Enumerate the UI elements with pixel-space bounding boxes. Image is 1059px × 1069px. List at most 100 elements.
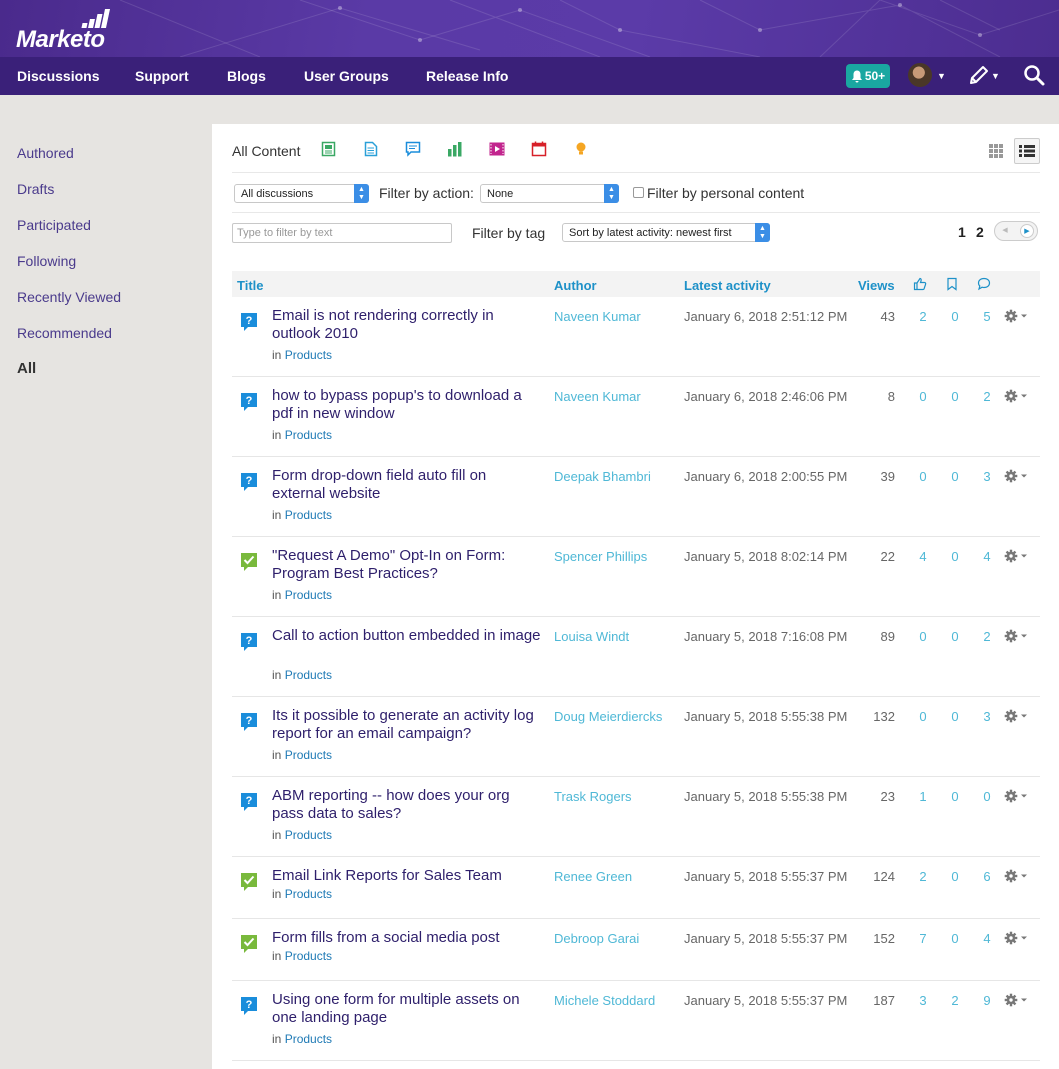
author-link[interactable]: Debroop Garai [554,931,639,946]
likes-count[interactable]: 1 [913,789,933,804]
sidebar-item-following[interactable]: Following [17,253,76,269]
gear-icon[interactable] [1004,549,1030,563]
nav-blogs[interactable]: Blogs [227,68,266,84]
discussion-title-link[interactable]: Email is not rendering correctly in outl… [272,307,542,343]
replies-count[interactable]: 4 [977,931,997,946]
nav-release-info[interactable]: Release Info [426,68,508,84]
author-link[interactable]: Michele Stoddard [554,993,655,1008]
likes-count[interactable]: 2 [913,869,933,884]
bookmarks-count[interactable]: 0 [945,469,965,484]
likes-count[interactable]: 4 [913,549,933,564]
gear-icon[interactable] [1004,789,1030,803]
discussion-title-link[interactable]: Call to action button embedded in image [272,627,542,645]
column-views[interactable]: Views [858,278,895,293]
poll-icon[interactable] [447,141,463,157]
gear-icon[interactable] [1004,629,1030,643]
gear-icon[interactable] [1004,389,1030,403]
replies-count[interactable]: 2 [977,629,997,644]
gear-icon[interactable] [1004,931,1030,945]
place-link[interactable]: in Products [272,508,332,522]
column-title[interactable]: Title [237,278,264,293]
discussion-title-link[interactable]: ABM reporting -- how does your org pass … [272,787,542,823]
place-link[interactable]: in Products [272,949,332,963]
likes-count[interactable]: 0 [913,629,933,644]
gear-icon[interactable] [1004,309,1030,323]
filter-text-input[interactable] [232,223,452,243]
avatar-chevron-down-icon[interactable]: ▼ [937,71,946,81]
gear-icon[interactable] [1004,709,1030,723]
author-link[interactable]: Naveen Kumar [554,389,641,404]
replies-count[interactable]: 5 [977,309,997,324]
nav-support[interactable]: Support [135,68,189,84]
place-link[interactable]: in Products [272,748,332,762]
filter-by-tag-link[interactable]: Filter by tag [472,225,545,241]
notifications-button[interactable]: 50+ [846,64,890,88]
likes-count[interactable]: 3 [913,993,933,1008]
gear-icon[interactable] [1004,993,1030,1007]
nav-discussions[interactable]: Discussions [17,68,99,84]
column-latest-activity[interactable]: Latest activity [684,278,771,293]
likes-count[interactable]: 7 [913,931,933,946]
place-link[interactable]: in Products [272,348,332,362]
file-icon[interactable] [363,141,379,157]
bookmarks-count[interactable]: 0 [945,709,965,724]
sort-select[interactable]: Sort by latest activity: newest first ▲ ▼ [562,223,770,242]
like-icon[interactable] [913,277,927,291]
replies-count[interactable]: 6 [977,869,997,884]
sidebar-item-recommended[interactable]: Recommended [17,325,112,341]
replies-count[interactable]: 4 [977,549,997,564]
discussion-title-link[interactable]: "Request A Demo" Opt-In on Form: Program… [272,547,542,583]
author-link[interactable]: Deepak Bhambri [554,469,651,484]
list-view-button[interactable] [1014,138,1040,164]
bookmarks-count[interactable]: 0 [945,869,965,884]
place-link[interactable]: in Products [272,828,332,842]
author-link[interactable]: Trask Rogers [554,789,632,804]
discussion-title-link[interactable]: Its it possible to generate an activity … [272,707,542,743]
page-2[interactable]: 2 [976,224,984,240]
personal-content-checkbox[interactable] [633,187,644,198]
filter-personal-label[interactable]: Filter by personal content [647,185,804,201]
event-icon[interactable] [531,141,547,157]
replies-count[interactable]: 0 [977,789,997,804]
replies-count[interactable]: 2 [977,389,997,404]
author-link[interactable]: Louisa Windt [554,629,629,644]
bookmarks-count[interactable]: 0 [945,389,965,404]
replies-count[interactable]: 9 [977,993,997,1008]
document-icon[interactable] [321,141,337,157]
video-icon[interactable] [489,141,505,157]
likes-count[interactable]: 0 [913,469,933,484]
replies-count[interactable]: 3 [977,709,997,724]
likes-count[interactable]: 0 [913,709,933,724]
author-link[interactable]: Renee Green [554,869,632,884]
likes-count[interactable]: 2 [913,309,933,324]
discussion-icon[interactable] [405,141,421,157]
place-link[interactable]: in Products [272,668,332,682]
bookmarks-count[interactable]: 0 [945,931,965,946]
sidebar-item-drafts[interactable]: Drafts [17,181,54,197]
all-content-label[interactable]: All Content [232,143,300,159]
place-link[interactable]: in Products [272,588,332,602]
replies-count[interactable]: 3 [977,469,997,484]
place-link[interactable]: in Products [272,1032,332,1046]
discussion-title-link[interactable]: Form drop-down field auto fill on extern… [272,467,542,503]
bookmarks-count[interactable]: 0 [945,309,965,324]
bookmarks-count[interactable]: 0 [945,629,965,644]
author-link[interactable]: Naveen Kumar [554,309,641,324]
sidebar-item-recently-viewed[interactable]: Recently Viewed [17,289,121,305]
pencil-chevron-down-icon[interactable]: ▼ [991,71,1000,81]
bookmarks-count[interactable]: 0 [945,789,965,804]
gear-icon[interactable] [1004,469,1030,483]
place-link[interactable]: in Products [272,428,332,442]
user-avatar[interactable] [908,63,932,87]
discussion-title-link[interactable]: how to bypass popup's to download a pdf … [272,387,542,423]
pencil-icon[interactable] [968,64,990,86]
nav-user-groups[interactable]: User Groups [304,68,389,84]
bookmark-icon[interactable] [945,277,959,291]
page-1[interactable]: 1 [958,224,966,240]
discussion-title-link[interactable]: Using one form for multiple assets on on… [272,991,542,1027]
next-page-icon[interactable]: ▶ [1020,224,1034,238]
author-link[interactable]: Doug Meierdiercks [554,709,662,724]
action-select[interactable]: None ▲ ▼ [480,184,619,203]
bookmarks-count[interactable]: 2 [945,993,965,1008]
discussion-title-link[interactable]: Form fills from a social media post [272,929,542,947]
